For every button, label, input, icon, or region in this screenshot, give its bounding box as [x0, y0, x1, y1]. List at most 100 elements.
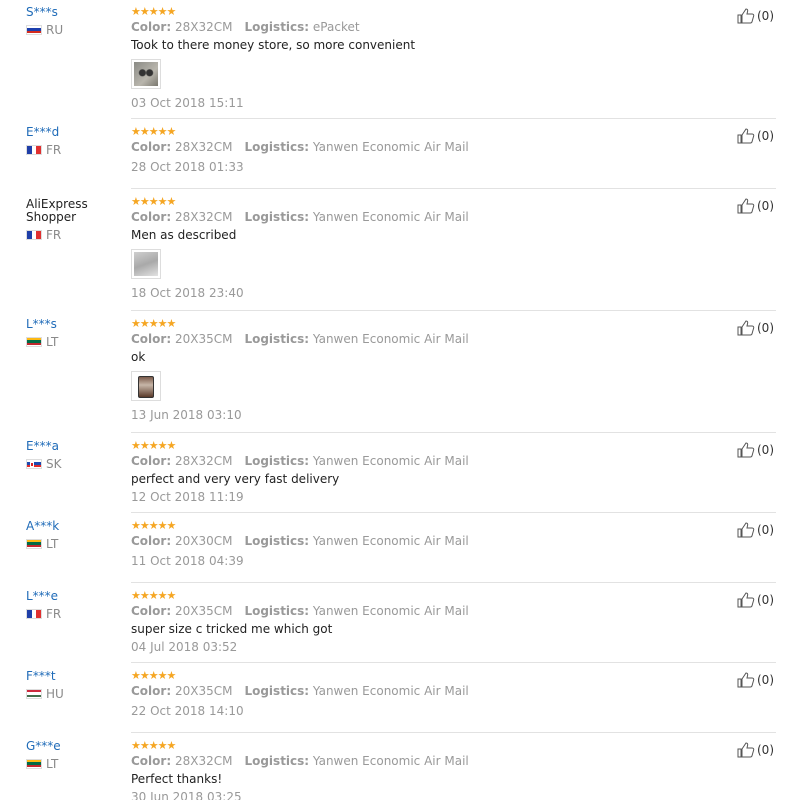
reviewer-name[interactable]: L***e [26, 590, 126, 603]
helpful-button[interactable]: (0) [737, 198, 774, 214]
star-rating: ★★★★★ [131, 125, 176, 138]
reviewer-name[interactable]: S***s [26, 6, 126, 19]
reviewer-name[interactable]: F***t [26, 670, 126, 683]
thumbs-up-icon [737, 198, 757, 214]
helpful-button[interactable]: (0) [737, 128, 774, 144]
color-value: 20X30CM [174, 534, 233, 548]
reviewer-name: AliExpress Shopper [26, 197, 88, 224]
sk-flag-icon [26, 458, 42, 469]
review-content: ★★★★★ Color: 20X30CM Logistics: Yanwen Eco… [131, 514, 691, 569]
review-date: 28 Oct 2018 01:33 [131, 160, 244, 174]
star-rating: ★★★★★ [131, 519, 176, 532]
star-rating: ★★★★★ [131, 317, 176, 330]
lt-flag-icon [26, 758, 42, 769]
review-divider [131, 432, 776, 433]
review-item: G***e LT ★★★★★ Color: 28X32CM Logistics: Yan… [0, 734, 800, 800]
helpful-button[interactable]: (0) [737, 320, 774, 336]
logistics-label: Logistics: [244, 454, 310, 468]
helpful-button[interactable]: (0) [737, 592, 774, 608]
lt-flag-icon [26, 336, 42, 347]
logistics-value: Yanwen Economic Air Mail [312, 684, 469, 698]
thumbs-up-icon [737, 8, 757, 24]
helpful-count: (0) [757, 129, 774, 143]
review-divider [131, 310, 776, 311]
review-divider [131, 662, 776, 663]
star-rating: ★★★★★ [131, 195, 176, 208]
star-rating: ★★★★★ [131, 669, 176, 682]
review-divider [131, 732, 776, 733]
reviewer-info: G***e LT [26, 740, 126, 771]
color-value: 28X32CM [174, 454, 233, 468]
phone-photo[interactable] [131, 371, 161, 401]
review-date: 13 Jun 2018 03:10 [131, 408, 242, 422]
review-date: 18 Oct 2018 23:40 [131, 286, 244, 300]
reviewer-name[interactable]: E***d [26, 126, 126, 139]
review-divider [131, 582, 776, 583]
thumbs-up-icon [737, 592, 757, 608]
reviewer-country: SK [26, 457, 126, 471]
thumbs-up-icon [737, 522, 757, 538]
review-content: ★★★★★ Color: 20X35CM Logistics: Yanwen Eco… [131, 584, 691, 655]
review-text: Took to there money store, so more conve… [131, 38, 416, 52]
earrings-photo[interactable] [131, 59, 161, 89]
hu-flag-icon [26, 688, 42, 699]
review-text: Perfect thanks! [131, 772, 223, 786]
reviewer-country: FR [26, 228, 126, 242]
reviewer-info: L***s LT [26, 318, 126, 349]
thumbs-up-icon [737, 672, 757, 688]
fr-flag-icon [26, 608, 42, 619]
package-photo[interactable] [131, 249, 161, 279]
color-label: Color: [131, 534, 172, 548]
reviewer-info: S***s RU [26, 6, 126, 37]
reviewer-name[interactable]: E***a [26, 440, 126, 453]
thumbs-up-icon [737, 742, 757, 758]
reviewer-country: LT [26, 537, 126, 551]
helpful-count: (0) [757, 593, 774, 607]
reviewer-name[interactable]: G***e [26, 740, 126, 753]
review-date: 12 Oct 2018 11:19 [131, 490, 244, 504]
thumbs-up-icon [737, 128, 757, 144]
color-label: Color: [131, 454, 172, 468]
reviewer-name[interactable]: L***s [26, 318, 126, 331]
star-rating: ★★★★★ [131, 439, 176, 452]
logistics-label: Logistics: [244, 604, 310, 618]
fr-flag-icon [26, 229, 42, 240]
fr-flag-icon [26, 144, 42, 155]
reviewer-info: F***t HU [26, 670, 126, 701]
helpful-button[interactable]: (0) [737, 8, 774, 24]
ru-flag-icon [26, 24, 42, 35]
reviewer-info: AliExpress Shopper FR [26, 197, 126, 242]
country-code: HU [46, 686, 64, 701]
color-value: 20X35CM [174, 332, 233, 346]
reviewer-country: RU [26, 23, 126, 37]
thumbs-up-icon [737, 320, 757, 336]
color-label: Color: [131, 332, 172, 346]
reviewer-country: FR [26, 142, 126, 157]
review-text: Men as described [131, 228, 237, 242]
logistics-label: Logistics: [244, 20, 310, 34]
helpful-count: (0) [757, 673, 774, 687]
country-code: FR [46, 606, 62, 621]
helpful-button[interactable]: (0) [737, 522, 774, 538]
order-info: Color: 20X35CM Logistics: Yanwen Economic… [131, 604, 691, 619]
review-date: 03 Oct 2018 15:11 [131, 96, 244, 110]
color-label: Color: [131, 20, 172, 34]
review-divider [131, 512, 776, 513]
logistics-value: Yanwen Economic Air Mail [312, 210, 469, 224]
reviewer-name[interactable]: A***k [26, 520, 126, 533]
review-content: ★★★★★ Color: 28X32CM Logistics: Yanwen Eco… [131, 434, 691, 505]
helpful-count: (0) [757, 743, 774, 757]
lt-flag-icon [26, 538, 42, 549]
helpful-button[interactable]: (0) [737, 742, 774, 758]
order-info: Color: 20X35CM Logistics: Yanwen Economic… [131, 332, 691, 347]
review-item: L***s LT ★★★★★ Color: 20X35CM Logistics: Yan… [0, 312, 800, 434]
review-date: 22 Oct 2018 14:10 [131, 704, 244, 718]
review-divider [131, 188, 776, 189]
review-item: E***d FR ★★★★★ Color: 28X32CM Logistics: Yan… [0, 120, 800, 190]
helpful-button[interactable]: (0) [737, 442, 774, 458]
logistics-value: ePacket [312, 20, 360, 34]
country-code: FR [46, 142, 62, 157]
logistics-label: Logistics: [244, 140, 310, 154]
review-text: ok [131, 350, 146, 364]
helpful-button[interactable]: (0) [737, 672, 774, 688]
